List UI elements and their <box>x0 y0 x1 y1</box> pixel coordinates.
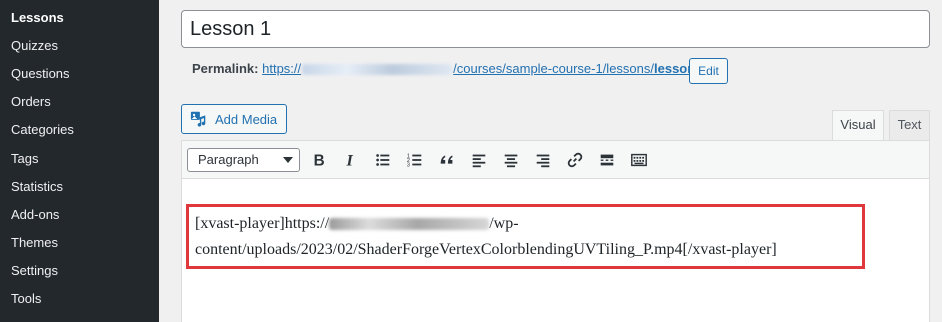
redacted-domain-2 <box>329 218 490 231</box>
shortcode-line1-start: [xvast-player]https:// <box>195 215 330 232</box>
bullet-list-icon <box>376 154 390 166</box>
toolbar-toggle-button[interactable] <box>627 149 651 171</box>
add-media-label: Add Media <box>215 111 278 127</box>
sidebar-item-add-ons[interactable]: Add-ons <box>11 207 59 223</box>
blockquote-button[interactable] <box>435 149 459 171</box>
tab-text[interactable]: Text <box>889 110 930 140</box>
bold-icon: B <box>314 152 325 169</box>
align-center-icon <box>504 154 518 168</box>
editor-area: Paragraph B I 1 2 3 [xvast-player]https:… <box>181 140 930 322</box>
svg-text:I: I <box>346 151 354 169</box>
permalink-path: /courses/sample-course-1/lessons/ <box>453 61 654 76</box>
editor-content[interactable]: [xvast-player]https:// /wp- content/uploa… <box>186 204 865 269</box>
link-icon <box>567 152 583 168</box>
read-more-button[interactable] <box>595 149 619 171</box>
align-center-button[interactable] <box>499 149 523 171</box>
sidebar-item-orders[interactable]: Orders <box>11 94 51 110</box>
sidebar-item-questions[interactable]: Questions <box>11 66 70 82</box>
permalink-row: Permalink: https:// /courses/sample-cours… <box>192 61 710 76</box>
italic-icon: I <box>346 151 354 169</box>
format-select[interactable]: Paragraph <box>187 148 300 172</box>
tab-visual[interactable]: Visual <box>832 110 884 140</box>
sidebar-item-tools[interactable]: Tools <box>11 291 41 307</box>
shortcode-line2: content/uploads/2023/02/ShaderForgeVerte… <box>195 241 777 258</box>
toolbar-toggle-icon <box>631 153 647 167</box>
sidebar-item-statistics[interactable]: Statistics <box>11 179 63 195</box>
media-icon <box>190 111 206 127</box>
post-title-input[interactable] <box>181 10 930 48</box>
redacted-domain <box>302 64 453 76</box>
admin-sidebar: Lessons Quizzes Questions Orders Categor… <box>0 0 159 322</box>
bullet-list-button[interactable] <box>371 149 395 171</box>
permalink-link[interactable]: https:// /courses/sample-course-1/lessons… <box>262 61 710 76</box>
sidebar-item-quizzes[interactable]: Quizzes <box>11 38 58 54</box>
format-select-value: Paragraph <box>198 152 259 167</box>
shortcode-line1-end: /wp- <box>489 215 519 232</box>
align-right-button[interactable] <box>531 149 555 171</box>
sidebar-item-lessons[interactable]: Lessons <box>11 10 64 26</box>
align-left-button[interactable] <box>467 149 491 171</box>
svg-text:3: 3 <box>407 162 410 168</box>
sidebar-item-themes[interactable]: Themes <box>11 235 58 251</box>
permalink-prefix: https:// <box>262 61 302 76</box>
edit-permalink-button[interactable]: Edit <box>689 58 728 84</box>
add-media-button[interactable]: Add Media <box>181 104 287 134</box>
sidebar-item-tags[interactable]: Tags <box>11 151 38 167</box>
blockquote-icon <box>440 155 453 164</box>
align-right-icon <box>536 154 550 168</box>
svg-text:B: B <box>314 152 325 169</box>
chevron-down-icon <box>283 157 293 163</box>
read-more-icon <box>600 154 614 166</box>
italic-button[interactable]: I <box>339 149 363 171</box>
sidebar-item-categories[interactable]: Categories <box>11 122 74 138</box>
insert-link-button[interactable] <box>563 149 587 171</box>
align-left-icon <box>472 154 486 168</box>
editor-toolbar: Paragraph B I 1 2 3 <box>182 141 929 179</box>
numbered-list-icon: 1 2 3 <box>407 153 422 168</box>
sidebar-item-settings[interactable]: Settings <box>11 263 58 279</box>
permalink-label: Permalink: <box>192 61 259 76</box>
bold-button[interactable]: B <box>307 149 331 171</box>
numbered-list-button[interactable]: 1 2 3 <box>403 149 427 171</box>
